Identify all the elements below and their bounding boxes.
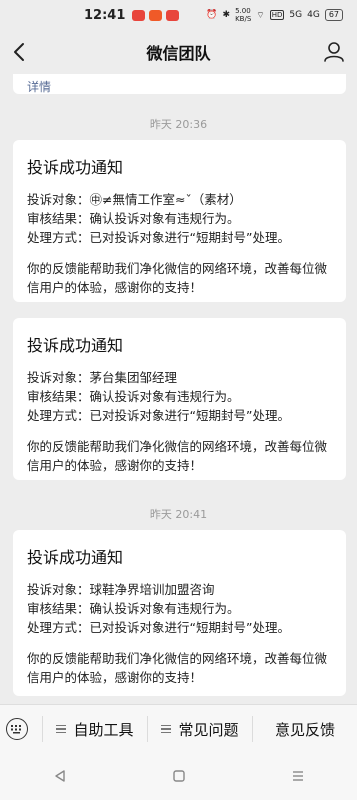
- message-title: 投诉成功通知: [27, 336, 124, 355]
- signal-5g: 5G: [289, 10, 303, 20]
- nav-back-button[interactable]: [40, 761, 80, 791]
- signal-4g: 4G: [307, 10, 320, 20]
- review-result: 审核结果：确认投诉对象有违规行为。: [27, 601, 240, 616]
- timestamp: 昨天 20:36: [149, 118, 208, 131]
- message-note: 你的反馈能帮助我们净化微信的网络环境，改善每位微信用户的体验，感谢你的支持！: [27, 651, 328, 685]
- complaint-target: 投诉对象：㊥≠無情工作室≈ˇ（素材）: [27, 192, 242, 207]
- menu-self-service-tools[interactable]: 自助工具: [42, 716, 147, 742]
- keyboard-icon: [11, 725, 21, 734]
- message-title: 投诉成功通知: [27, 158, 124, 177]
- complaint-target: 投诉对象：茅台集团邹经理: [27, 370, 178, 385]
- menu-lines-icon: [161, 723, 172, 736]
- menu-label: 自助工具: [73, 720, 134, 739]
- chevron-left-icon: [14, 43, 24, 61]
- wifi-icon: ⌔: [256, 10, 265, 21]
- battery-icon: 67: [324, 9, 343, 21]
- message-note: 你的反馈能帮助我们净化微信的网络环境，改善每位微信用户的体验，感谢你的支持！: [27, 439, 328, 473]
- chat-area[interactable]: 详情 昨天 20:36 投诉成功通知 投诉对象：㊥≠無情工作室≈ˇ（素材） 审核…: [0, 74, 357, 704]
- app-notification-icon: [166, 9, 180, 21]
- menu-feedback[interactable]: 意见反馈: [252, 716, 357, 742]
- page-title: 微信团队: [146, 44, 211, 63]
- complaint-target: 投诉对象：球鞋净界培训加盟咨询: [27, 582, 215, 597]
- menu-label: 常见问题: [178, 720, 239, 739]
- message-note: 你的反馈能帮助我们净化微信的网络环境，改善每位微信用户的体验，感谢你的支持！: [27, 261, 328, 295]
- title-bar: 微信团队: [0, 30, 357, 74]
- status-left: 12:41: [84, 7, 180, 23]
- network-speed: 5.00 KB/S: [235, 7, 252, 23]
- status-bar: 12:41 ⏰ ✱ 5.00 KB/S ⌔ HD 5G 4G 67: [0, 0, 357, 30]
- message-card[interactable]: 投诉成功通知 投诉对象：茅台集团邹经理 审核结果：确认投诉对象有违规行为。 处理…: [13, 318, 346, 480]
- system-nav-bar: [0, 752, 357, 800]
- bluetooth-icon: ✱: [222, 10, 231, 20]
- menu-lines-icon: [56, 723, 67, 736]
- review-result: 审核结果：确认投诉对象有违规行为。: [27, 211, 240, 226]
- app-notification-icon: [132, 9, 146, 21]
- back-button[interactable]: [6, 37, 36, 67]
- clock: 12:41: [84, 7, 126, 23]
- menu-label: 意见反馈: [274, 720, 335, 739]
- handling-method: 处理方式：已对投诉对象进行“短期封号”处理。: [27, 230, 290, 245]
- person-icon: [324, 42, 344, 62]
- square-home-icon: [172, 770, 185, 782]
- keyboard-toggle-button[interactable]: [6, 718, 28, 740]
- review-result: 审核结果：确认投诉对象有违规行为。: [27, 389, 240, 404]
- handling-method: 处理方式：已对投诉对象进行“短期封号”处理。: [27, 620, 290, 635]
- nav-recents-button[interactable]: [278, 761, 318, 791]
- triangle-back-icon: [54, 770, 65, 782]
- timestamp: 昨天 20:41: [149, 508, 208, 521]
- message-card[interactable]: 投诉成功通知 投诉对象：球鞋净界培训加盟咨询 审核结果：确认投诉对象有违规行为。…: [13, 530, 346, 696]
- alarm-icon: ⏰: [206, 10, 218, 20]
- message-title: 投诉成功通知: [27, 548, 124, 567]
- hd-badge: HD: [269, 10, 285, 20]
- status-right: ⏰ ✱ 5.00 KB/S ⌔ HD 5G 4G 67: [206, 7, 343, 23]
- nav-home-button[interactable]: [159, 761, 199, 791]
- menu-lines-icon: [292, 771, 303, 781]
- profile-button[interactable]: [319, 37, 349, 67]
- menu-faq[interactable]: 常见问题: [147, 716, 252, 742]
- details-link[interactable]: 详情: [27, 78, 51, 95]
- message-card[interactable]: 详情: [13, 74, 346, 94]
- bottom-menu: 自助工具 常见问题 意见反馈: [0, 704, 357, 753]
- app-notification-icon: [149, 9, 163, 21]
- message-card[interactable]: 投诉成功通知 投诉对象：㊥≠無情工作室≈ˇ（素材） 审核结果：确认投诉对象有违规…: [13, 140, 346, 302]
- handling-method: 处理方式：已对投诉对象进行“短期封号”处理。: [27, 408, 290, 423]
